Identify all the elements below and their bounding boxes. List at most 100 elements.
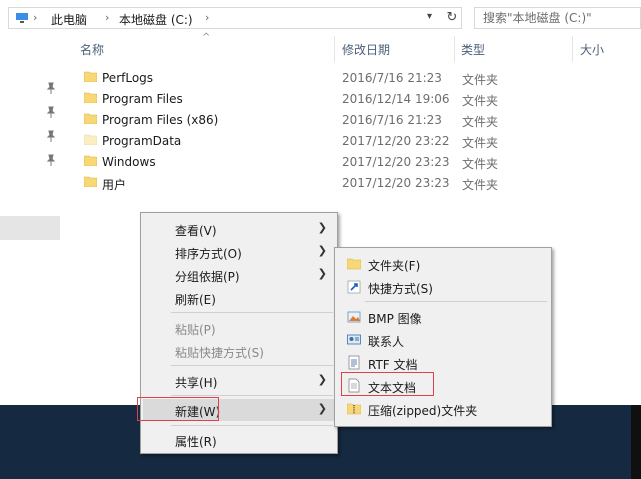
menu-item-label: 文件夹(F): [368, 259, 421, 273]
file-type: 文件夹: [462, 136, 499, 150]
menu-item-label: 属性(R): [175, 435, 217, 449]
file-name: 用户: [102, 178, 127, 192]
submenu-arrow-icon: ❯: [317, 244, 327, 257]
new-folder-item[interactable]: 文件夹(F): [337, 253, 549, 275]
refresh-icon: ↻: [446, 10, 458, 25]
menu-item-group[interactable]: 分组依据(P) ❯: [143, 264, 335, 286]
menu-item-label: 压缩(zipped)文件夹: [368, 404, 478, 418]
file-modified: 2017/12/20 23:22: [342, 134, 450, 148]
menu-item-label: 分组依据(P): [175, 270, 240, 284]
pin-icon[interactable]: [46, 130, 56, 142]
new-submenu: 文件夹(F) 快捷方式(S) BMP 图像 联系人 RTF 文档 文本文档 压缩…: [334, 247, 552, 427]
new-bmp-item[interactable]: BMP 图像: [337, 306, 549, 328]
menu-item-label: 联系人: [368, 335, 405, 349]
this-pc-icon: [16, 13, 28, 23]
file-modified: 2016/7/16 21:23: [342, 113, 442, 127]
file-modified: 2016/12/14 19:06: [342, 92, 450, 106]
menu-item-label: 刷新(E): [175, 293, 216, 307]
file-row[interactable]: 用户 2017/12/20 23:23 文件夹: [62, 173, 512, 194]
breadcrumb-separator-icon[interactable]: ›: [33, 11, 37, 24]
file-modified: 2017/12/20 23:23: [342, 155, 450, 169]
folder-icon: [347, 258, 361, 270]
new-zip-folder-item[interactable]: 压缩(zipped)文件夹: [337, 398, 549, 420]
column-size[interactable]: 大小: [580, 41, 604, 58]
address-bar[interactable]: › 此电脑 › 本地磁盘 (C:) › ▾: [8, 7, 462, 29]
folder-icon: [84, 155, 97, 166]
pin-icon[interactable]: [46, 82, 56, 94]
sort-ascending-icon: ^: [202, 32, 211, 43]
breadcrumb-separator-icon[interactable]: ›: [205, 11, 209, 24]
file-row[interactable]: ProgramData 2017/12/20 23:22 文件夹: [62, 131, 512, 152]
breadcrumb-this-pc[interactable]: 此电脑: [51, 11, 87, 28]
menu-separator: [171, 425, 333, 426]
folder-icon: [84, 176, 97, 187]
submenu-arrow-icon: ❯: [317, 373, 327, 386]
menu-item-label: BMP 图像: [368, 312, 422, 326]
menu-item-label: 粘贴(P): [175, 323, 216, 337]
menu-item-share[interactable]: 共享(H) ❯: [143, 370, 335, 392]
desktop-edge: [631, 405, 641, 479]
file-row[interactable]: Program Files (x86) 2016/7/16 21:23 文件夹: [62, 110, 512, 131]
menu-item-label: 查看(V): [175, 224, 217, 238]
address-row: › 此电脑 › 本地磁盘 (C:) › ▾ ↻ 搜索"本地磁盘 (C:)": [0, 0, 641, 36]
zip-folder-icon: [347, 403, 361, 415]
file-type: 文件夹: [462, 94, 499, 108]
menu-item-paste-shortcut[interactable]: 粘贴快捷方式(S): [143, 340, 335, 362]
column-modified[interactable]: 修改日期: [342, 41, 390, 58]
breadcrumb-separator-icon[interactable]: ›: [105, 11, 109, 24]
annotation-highlight-new: [137, 397, 219, 421]
column-divider[interactable]: [454, 36, 455, 62]
pin-icon[interactable]: [46, 106, 56, 118]
menu-item-sort[interactable]: 排序方式(O) ❯: [143, 241, 335, 263]
column-type[interactable]: 类型: [461, 41, 485, 58]
menu-item-label: RTF 文档: [368, 358, 418, 372]
contact-card-icon: [347, 334, 361, 345]
submenu-arrow-icon: ❯: [317, 221, 327, 234]
file-modified: 2016/7/16 21:23: [342, 71, 442, 85]
menu-separator: [171, 365, 333, 366]
shortcut-icon: [347, 280, 361, 294]
file-type: 文件夹: [462, 73, 499, 87]
breadcrumb-local-disk[interactable]: 本地磁盘 (C:): [119, 11, 193, 28]
menu-separator: [171, 312, 333, 313]
search-input[interactable]: 搜索"本地磁盘 (C:)": [474, 7, 641, 29]
file-modified: 2017/12/20 23:23: [342, 176, 450, 190]
nav-selected-item[interactable]: [0, 216, 60, 240]
menu-item-label: 粘贴快捷方式(S): [175, 346, 264, 360]
pin-icon[interactable]: [46, 154, 56, 166]
file-name: Program Files (x86): [102, 113, 219, 127]
file-type: 文件夹: [462, 115, 499, 129]
menu-item-label: 共享(H): [175, 376, 218, 390]
file-name: ProgramData: [102, 134, 182, 148]
annotation-highlight-text-document: [341, 372, 434, 396]
folder-icon: [84, 71, 97, 82]
file-name: PerfLogs: [102, 71, 154, 85]
bitmap-image-icon: [347, 311, 361, 323]
hidden-folder-icon: [84, 134, 97, 145]
folder-icon: [84, 92, 97, 103]
file-type: 文件夹: [462, 157, 499, 171]
new-rtf-item[interactable]: RTF 文档: [337, 352, 549, 374]
file-row[interactable]: PerfLogs 2016/7/16 21:23 文件夹: [62, 68, 512, 89]
menu-item-paste[interactable]: 粘贴(P): [143, 317, 335, 339]
folder-icon: [84, 113, 97, 124]
column-name[interactable]: 名称: [80, 41, 104, 58]
file-row[interactable]: Program Files 2016/12/14 19:06 文件夹: [62, 89, 512, 110]
submenu-arrow-icon: ❯: [317, 402, 327, 415]
menu-separator: [171, 395, 333, 396]
file-name: Windows: [102, 155, 156, 169]
new-contact-item[interactable]: 联系人: [337, 329, 549, 351]
menu-item-view[interactable]: 查看(V) ❯: [143, 218, 335, 240]
menu-item-label: 排序方式(O): [175, 247, 242, 261]
menu-item-properties[interactable]: 属性(R): [143, 429, 335, 451]
file-row[interactable]: Windows 2017/12/20 23:23 文件夹: [62, 152, 512, 173]
navigation-pane: [0, 36, 62, 405]
file-type: 文件夹: [462, 178, 499, 192]
column-divider[interactable]: [572, 36, 573, 62]
refresh-button[interactable]: ↻: [443, 7, 462, 29]
column-divider[interactable]: [334, 36, 335, 62]
address-history-dropdown-icon[interactable]: ▾: [427, 11, 432, 22]
new-shortcut-item[interactable]: 快捷方式(S): [337, 276, 549, 298]
submenu-arrow-icon: ❯: [317, 267, 327, 280]
menu-item-refresh[interactable]: 刷新(E): [143, 287, 335, 309]
